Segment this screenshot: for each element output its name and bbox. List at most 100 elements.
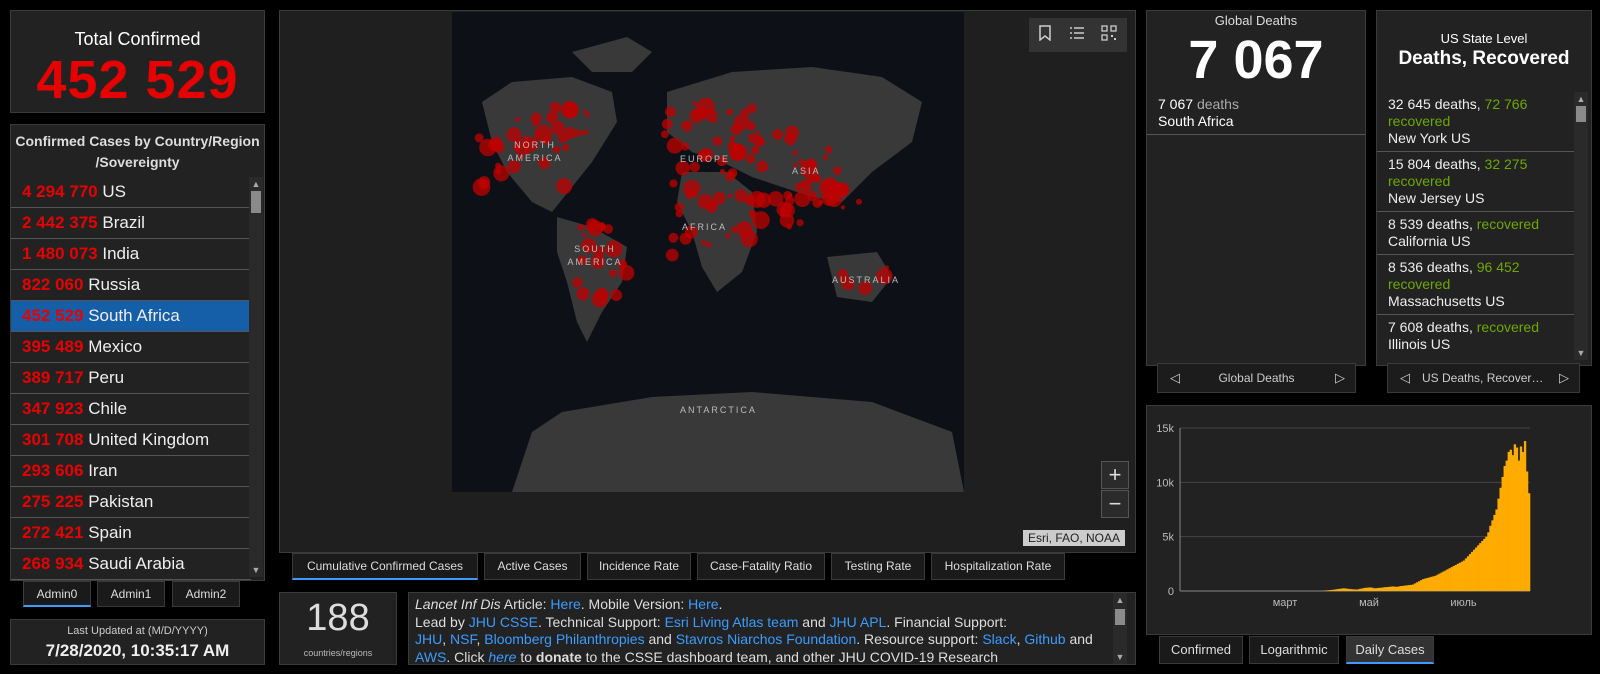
bar — [1373, 588, 1376, 591]
countries-count-label: countries/regions — [303, 648, 373, 658]
bar — [1334, 589, 1337, 591]
info-donate: donate — [535, 648, 582, 665]
github-link[interactable]: Github — [1024, 631, 1065, 647]
scroll-up-icon[interactable]: ▲ — [249, 177, 263, 191]
country-row[interactable]: 272 421 Spain — [11, 518, 251, 549]
bar — [1403, 585, 1407, 591]
tab-hospitalization-rate[interactable]: Hospitalization Rate — [931, 553, 1065, 580]
scroll-up-icon[interactable]: ▲ — [1574, 92, 1588, 106]
tab-daily-cases[interactable]: Daily Cases — [1346, 636, 1434, 664]
tab-testing-rate[interactable]: Testing Rate — [831, 553, 925, 580]
state-recovered: 72 766 — [1484, 96, 1528, 112]
mobile-version-link[interactable]: Here — [688, 596, 718, 612]
country-row[interactable]: 2 442 375 Brazil — [11, 208, 251, 239]
bloomberg-link[interactable]: Bloomberg Philanthropies — [484, 631, 644, 647]
country-row[interactable]: 4 294 770 US — [11, 177, 251, 208]
next-arrow-icon[interactable]: ▷ — [1335, 364, 1345, 392]
us-state-row[interactable]: 32 645 deaths, 72 766 recovered New York … — [1377, 92, 1574, 152]
case-dot — [792, 150, 798, 156]
tab-incidence-rate[interactable]: Incidence Rate — [587, 553, 691, 580]
country-row[interactable]: 395 489 Mexico — [11, 332, 251, 363]
country-row[interactable]: 452 529 South Africa — [11, 301, 251, 332]
country-row[interactable]: 389 717 Peru — [11, 363, 251, 394]
country-name: Mexico — [88, 337, 143, 356]
us-state-row[interactable]: 7 608 deaths, recovered Illinois US — [1377, 315, 1574, 357]
bar — [1527, 493, 1531, 591]
esri-link[interactable]: Esri Living Atlas team — [665, 614, 799, 630]
scroll-up-icon[interactable]: ▲ — [1113, 593, 1127, 607]
tab-cumulative-confirmed[interactable]: Cumulative Confirmed Cases — [292, 553, 478, 580]
tab-confirmed[interactable]: Confirmed — [1159, 636, 1243, 664]
tab-admin1[interactable]: Admin1 — [97, 581, 165, 607]
country-row[interactable]: 822 060 Russia — [11, 270, 251, 301]
zoom-out-button[interactable]: − — [1101, 490, 1129, 518]
aws-link[interactable]: AWS — [415, 649, 446, 665]
us-state-row[interactable]: 8 536 deaths, 96 452 recovered Massachuse… — [1377, 255, 1574, 315]
country-row[interactable]: 293 606 Iran — [11, 456, 251, 487]
world-map[interactable]: NORTH AMERICA EUROPE ASIA AFRICA SOUTH A… — [452, 12, 964, 492]
country-name: Peru — [88, 368, 125, 387]
scroll-down-icon[interactable]: ▼ — [249, 563, 263, 577]
bookmark-icon[interactable] — [1035, 25, 1055, 45]
case-dot — [665, 106, 676, 118]
country-row[interactable]: 347 923 Chile — [11, 394, 251, 425]
country-name: Russia — [88, 275, 141, 294]
us-list-scrollbar[interactable]: ▲ ▼ — [1574, 92, 1588, 360]
zoom-in-button[interactable]: + — [1101, 461, 1129, 489]
journal-name: Lancet Inf Dis — [415, 596, 501, 612]
country-row[interactable]: 1 480 073 India — [11, 239, 251, 270]
last-updated-value: 7/28/2020, 10:35:17 AM — [45, 641, 230, 660]
next-arrow-icon[interactable]: ▷ — [1559, 364, 1569, 392]
country-row[interactable]: 275 225 Pakistan — [11, 487, 251, 518]
country-row[interactable]: 301 708 United Kingdom — [11, 425, 251, 456]
scrollbar-thumb[interactable] — [1576, 106, 1586, 122]
case-dot — [739, 223, 744, 228]
qr-code-icon[interactable] — [1099, 25, 1119, 45]
us-state-row[interactable]: 8 539 deaths, recovered California US — [1377, 212, 1574, 255]
info-to: to — [520, 648, 532, 665]
country-cases: 301 708 — [22, 430, 84, 449]
tab-active-cases[interactable]: Active Cases — [484, 553, 581, 580]
stavros-link[interactable]: Stavros Niarchos Foundation — [676, 631, 857, 647]
tab-admin2[interactable]: Admin2 — [172, 581, 240, 607]
state-recovered-label: recovered — [1476, 216, 1540, 232]
map-attribution: Esri, FAO, NOAA — [1022, 530, 1125, 546]
scrollbar-thumb[interactable] — [251, 191, 261, 213]
legend-list-icon[interactable] — [1067, 25, 1087, 45]
y-tick-label: 0 — [1168, 586, 1174, 598]
case-dot — [577, 224, 585, 231]
country-row[interactable]: 268 934 Saudi Arabia — [11, 549, 251, 580]
state-place: California US — [1388, 233, 1471, 249]
country-cases: 822 060 — [22, 275, 84, 294]
info-and: and — [1069, 631, 1093, 647]
scrollbar-thumb[interactable] — [1115, 609, 1125, 625]
jhu-apl-link[interactable]: JHU APL — [830, 614, 887, 630]
bar — [1462, 560, 1466, 591]
nsf-link[interactable]: NSF — [450, 631, 476, 647]
country-list-scrollbar[interactable]: ▲ ▼ — [249, 177, 263, 577]
case-dot — [726, 108, 734, 116]
case-dot — [796, 219, 804, 227]
slack-link[interactable]: Slack — [982, 631, 1016, 647]
tab-logarithmic[interactable]: Logarithmic — [1249, 636, 1339, 664]
jhu-csse-link[interactable]: JHU CSSE — [469, 614, 538, 630]
bar — [1501, 476, 1504, 591]
case-dot — [675, 210, 683, 218]
prev-arrow-icon[interactable]: ◁ — [1400, 364, 1410, 392]
case-dot — [581, 233, 586, 238]
bar — [1336, 589, 1340, 591]
x-tick-label: март — [1273, 597, 1298, 609]
tab-case-fatality-ratio[interactable]: Case-Fatality Ratio — [697, 553, 825, 580]
global-deaths-entry[interactable]: 7 067 deaths South Africa — [1158, 96, 1358, 130]
case-dot — [772, 129, 783, 140]
info-scrollbar[interactable]: ▲ ▼ — [1113, 593, 1127, 664]
us-state-row[interactable]: 15 804 deaths, 32 275 recovered New Jerse… — [1377, 152, 1574, 212]
scroll-down-icon[interactable]: ▼ — [1574, 346, 1588, 360]
jhu-link[interactable]: JHU — [415, 631, 442, 647]
scroll-down-icon[interactable]: ▼ — [1113, 650, 1127, 664]
tab-admin0[interactable]: Admin0 — [23, 581, 91, 607]
donate-here-link[interactable]: here — [488, 649, 516, 665]
bar — [1326, 590, 1329, 591]
bar — [1389, 586, 1392, 591]
article-link[interactable]: Here — [550, 596, 580, 612]
